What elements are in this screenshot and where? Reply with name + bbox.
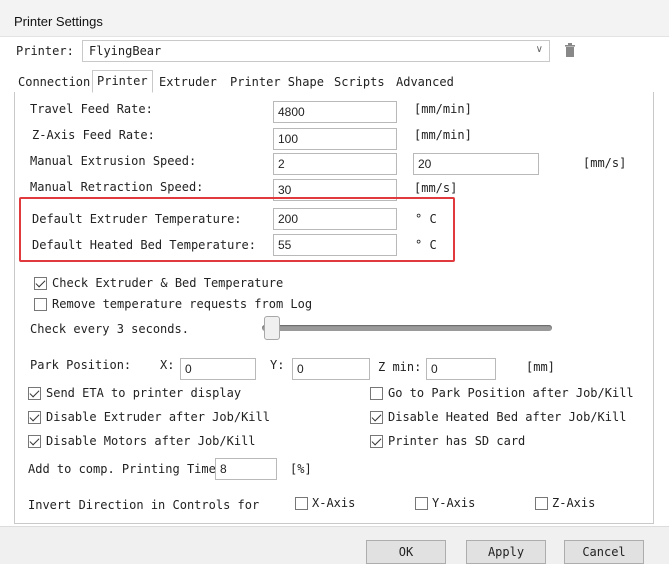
manual-extrusion-label: Manual Extrusion Speed:: [30, 154, 197, 168]
disable-bed-checkbox[interactable]: [370, 411, 383, 424]
check-interval-label: Check every 3 seconds.: [30, 322, 189, 336]
check-temp-label: Check Extruder & Bed Temperature: [52, 276, 284, 290]
travel-feed-unit: [mm/min]: [414, 102, 472, 116]
has-sd-checkbox[interactable]: [370, 435, 383, 448]
park-zmin-input[interactable]: 0: [426, 358, 496, 380]
manual-extrusion-min-input[interactable]: 2: [273, 153, 397, 175]
disable-bed-label: Disable Heated Bed after Job/Kill: [388, 410, 627, 424]
z-feed-label: Z-Axis Feed Rate:: [32, 128, 155, 142]
park-unit: [mm]: [526, 360, 555, 374]
comp-time-label: Add to comp. Printing Time: [28, 462, 216, 476]
invert-y-checkbox[interactable]: [415, 497, 428, 510]
go-park-label: Go to Park Position after Job/Kill: [388, 386, 634, 400]
disable-extruder-checkbox[interactable]: [28, 411, 41, 424]
manual-extrusion-max-input[interactable]: 20: [413, 153, 539, 175]
temperature-highlight-box: [19, 197, 455, 262]
invert-y-label: Y-Axis: [432, 496, 476, 510]
has-sd-label: Printer has SD card: [388, 434, 526, 448]
printer-select[interactable]: FlyingBear ∨: [82, 40, 550, 62]
trash-icon[interactable]: [563, 42, 577, 58]
invert-x-label: X-Axis: [312, 496, 356, 510]
comp-time-input[interactable]: 8: [215, 458, 277, 480]
remove-temp-requests-label: Remove temperature requests from Log: [52, 297, 313, 311]
park-x-label: X:: [160, 358, 175, 372]
invert-direction-label: Invert Direction in Controls for: [28, 498, 260, 512]
manual-retraction-unit: [mm/s]: [414, 181, 458, 195]
tab-connection[interactable]: Connection: [14, 72, 94, 92]
printer-label: Printer:: [16, 44, 74, 58]
park-y-label: Y:: [270, 358, 285, 372]
park-zmin-label: Z min:: [378, 360, 422, 374]
apply-button[interactable]: Apply: [466, 540, 546, 564]
printer-select-value: FlyingBear: [89, 44, 162, 58]
cancel-button[interactable]: Cancel: [564, 540, 644, 564]
tab-extruder[interactable]: Extruder: [155, 72, 221, 92]
disable-motors-checkbox[interactable]: [28, 435, 41, 448]
z-feed-unit: [mm/min]: [414, 128, 472, 142]
tab-printer-shape[interactable]: Printer Shape: [226, 72, 328, 92]
park-y-input[interactable]: 0: [292, 358, 370, 380]
send-eta-label: Send ETA to printer display: [46, 386, 242, 400]
disable-extruder-label: Disable Extruder after Job/Kill: [46, 410, 270, 424]
send-eta-checkbox[interactable]: [28, 387, 41, 400]
remove-temp-requests-checkbox[interactable]: [34, 298, 47, 311]
ok-button[interactable]: OK: [366, 540, 446, 564]
manual-retraction-label: Manual Retraction Speed:: [30, 180, 204, 194]
tab-scripts[interactable]: Scripts: [330, 72, 389, 92]
park-x-input[interactable]: 0: [180, 358, 256, 380]
check-interval-slider-track[interactable]: [262, 325, 552, 331]
chevron-down-icon: ∨: [535, 44, 543, 55]
check-interval-slider-thumb[interactable]: [263, 316, 280, 340]
invert-x-checkbox[interactable]: [295, 497, 308, 510]
travel-feed-label: Travel Feed Rate:: [30, 102, 153, 116]
travel-feed-input[interactable]: 4800: [273, 101, 397, 123]
tab-printer[interactable]: Printer: [92, 70, 153, 93]
tab-advanced[interactable]: Advanced: [392, 72, 458, 92]
park-position-label: Park Position:: [30, 358, 132, 372]
manual-extrusion-unit: [mm/s]: [583, 156, 627, 170]
invert-z-checkbox[interactable]: [535, 497, 548, 510]
window-title: Printer Settings: [14, 14, 103, 29]
disable-motors-label: Disable Motors after Job/Kill: [46, 434, 256, 448]
comp-time-unit: [%]: [290, 462, 312, 476]
go-park-checkbox[interactable]: [370, 387, 383, 400]
z-feed-input[interactable]: 100: [273, 128, 397, 150]
invert-z-label: Z-Axis: [552, 496, 596, 510]
check-temp-checkbox[interactable]: [34, 277, 47, 290]
